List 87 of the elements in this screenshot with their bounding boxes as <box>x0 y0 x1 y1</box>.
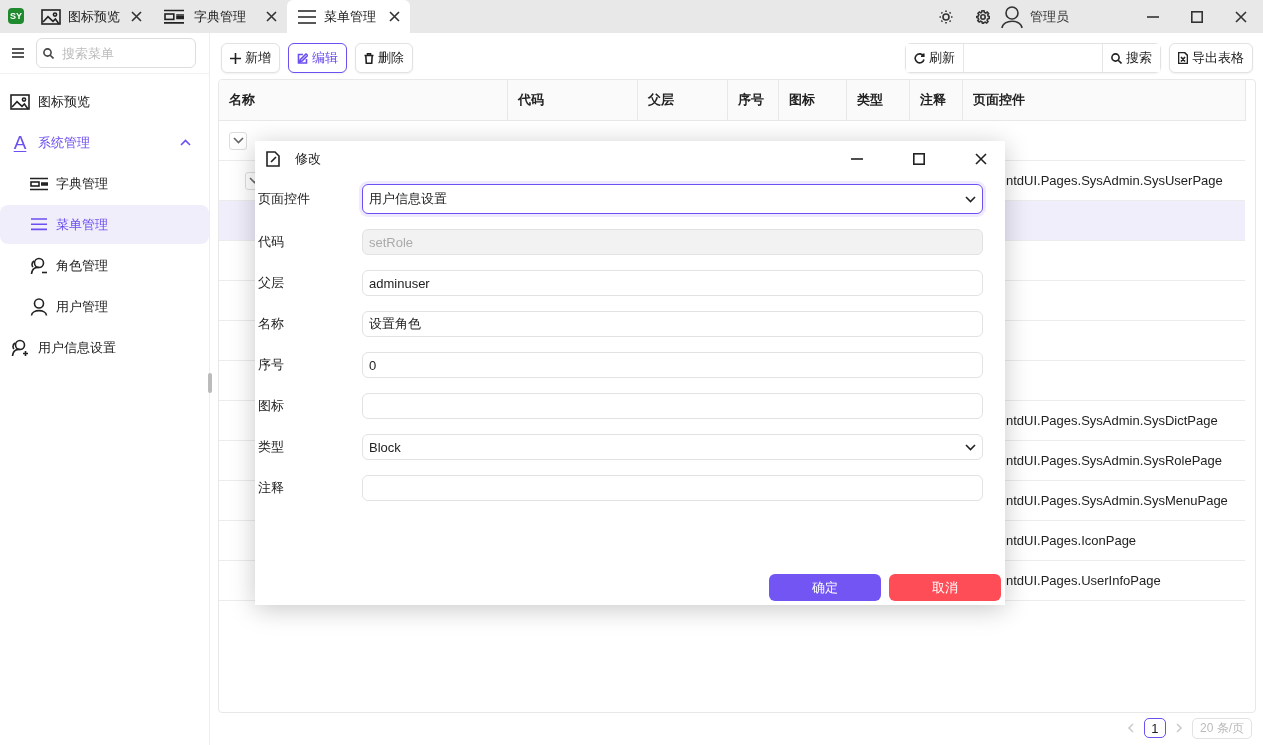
sidebar-item[interactable]: 字典管理 <box>0 164 209 203</box>
chevron-up-icon <box>180 139 191 146</box>
search-icon <box>43 47 54 59</box>
export-button[interactable]: 导出表格 <box>1169 43 1253 73</box>
input-field[interactable] <box>362 475 983 501</box>
sun-icon[interactable] <box>939 9 953 24</box>
table-cell: ntdUI.Pages.IconPage <box>1006 533 1137 548</box>
tab[interactable]: 菜单管理 <box>287 0 410 33</box>
column-header: 注释 <box>909 80 962 121</box>
maximize-icon[interactable] <box>1191 10 1203 23</box>
expand-button[interactable] <box>229 131 247 150</box>
toolbar-button[interactable]: 新增 <box>221 43 280 73</box>
toolbar-button[interactable]: 编辑 <box>288 43 347 73</box>
search-field[interactable]: 搜索菜单 <box>36 38 196 68</box>
field-label: 图标 <box>258 397 285 415</box>
field-label: 页面控件 <box>258 190 311 208</box>
input-field[interactable]: adminuser <box>362 270 983 296</box>
refresh-icon <box>914 52 925 64</box>
refresh-button[interactable]: 刷新 <box>906 44 963 72</box>
close-icon[interactable] <box>131 11 142 22</box>
table-cell: ntdUI.Pages.SysAdmin.SysRolePage <box>1006 453 1223 468</box>
search-input[interactable]: 搜索菜单 <box>60 44 184 62</box>
sidebar-item[interactable]: 图标预览 <box>0 82 209 121</box>
edit-icon <box>297 52 308 64</box>
tab[interactable]: 字典管理 <box>152 0 287 33</box>
table-cell: ntdUI.Pages.SysAdmin.SysMenuPage <box>1006 493 1228 508</box>
image-icon <box>10 93 30 110</box>
user-add-icon <box>11 338 29 357</box>
field-label: 序号 <box>258 356 285 374</box>
close-icon[interactable] <box>266 11 277 22</box>
close-icon[interactable] <box>975 153 987 165</box>
splitter-handle[interactable] <box>208 373 212 393</box>
letter-icon: A <box>10 131 30 154</box>
field-label: 代码 <box>258 233 285 251</box>
menu-icon[interactable] <box>12 48 24 58</box>
tab[interactable]: 图标预览 <box>32 0 152 33</box>
dialog-title: 修改 <box>295 151 321 166</box>
maximize-icon[interactable] <box>913 153 925 165</box>
table-cell: ntdUI.Pages.SysAdmin.SysUserPage <box>1006 173 1223 188</box>
user-icon <box>30 297 48 316</box>
close-icon[interactable] <box>389 11 400 22</box>
field-label: 注释 <box>258 479 285 497</box>
field-label: 名称 <box>258 315 285 333</box>
sidebar-item[interactable]: 角色管理 <box>0 246 209 285</box>
column-header: 序号 <box>727 80 778 121</box>
user-name: 管理员 <box>1030 7 1069 26</box>
column-header: 图标 <box>778 80 846 121</box>
dict-icon <box>163 8 185 25</box>
close-icon[interactable] <box>1235 10 1247 23</box>
search-input[interactable] <box>963 44 1103 72</box>
sidebar-item[interactable]: A 系统管理 <box>0 123 209 162</box>
search-icon <box>1111 52 1122 64</box>
input-field[interactable]: 0 <box>362 352 983 378</box>
dict-icon <box>29 176 49 191</box>
column-header: 名称 <box>219 80 507 121</box>
trash-icon <box>364 52 374 64</box>
field-label: 类型 <box>258 438 285 456</box>
settings-icon[interactable] <box>976 9 990 24</box>
user-avatar-icon <box>1000 4 1024 29</box>
table-cell: ntdUI.Pages.SysAdmin.SysDictPage <box>1006 413 1218 428</box>
search-button[interactable]: 搜索 <box>1103 44 1160 72</box>
input-field[interactable] <box>362 393 983 419</box>
search-field[interactable]: 刷新 搜索 <box>905 43 1161 73</box>
plus-icon <box>230 52 241 64</box>
select-field[interactable]: Block <box>362 434 983 460</box>
sidebar-item[interactable]: 菜单管理 <box>0 205 209 244</box>
input-field[interactable]: 设置角色 <box>362 311 983 337</box>
field-label: 父层 <box>258 274 285 292</box>
menu-icon <box>296 8 317 25</box>
page-button[interactable]: 1 <box>1144 718 1166 738</box>
column-header: 父层 <box>637 80 727 121</box>
sidebar-item[interactable]: 用户管理 <box>0 287 209 326</box>
edit-icon <box>265 151 281 167</box>
column-header: 代码 <box>507 80 637 121</box>
minimize-icon[interactable] <box>1147 15 1159 18</box>
select-field[interactable]: 用户信息设置 <box>362 184 983 214</box>
menu-icon <box>30 217 48 232</box>
column-header: 类型 <box>846 80 909 121</box>
sidebar-item[interactable]: 用户信息设置 <box>0 328 209 367</box>
user-remove-icon <box>30 256 48 275</box>
file-icon <box>1178 52 1188 64</box>
table-cell: ntdUI.Pages.UserInfoPage <box>1006 573 1161 588</box>
column-header: 页面控件 <box>962 80 1245 121</box>
toolbar-button[interactable]: 删除 <box>355 43 413 73</box>
app-logo: SY <box>8 8 24 24</box>
confirm-button[interactable]: 确定 <box>769 574 881 601</box>
image-icon <box>41 8 62 25</box>
